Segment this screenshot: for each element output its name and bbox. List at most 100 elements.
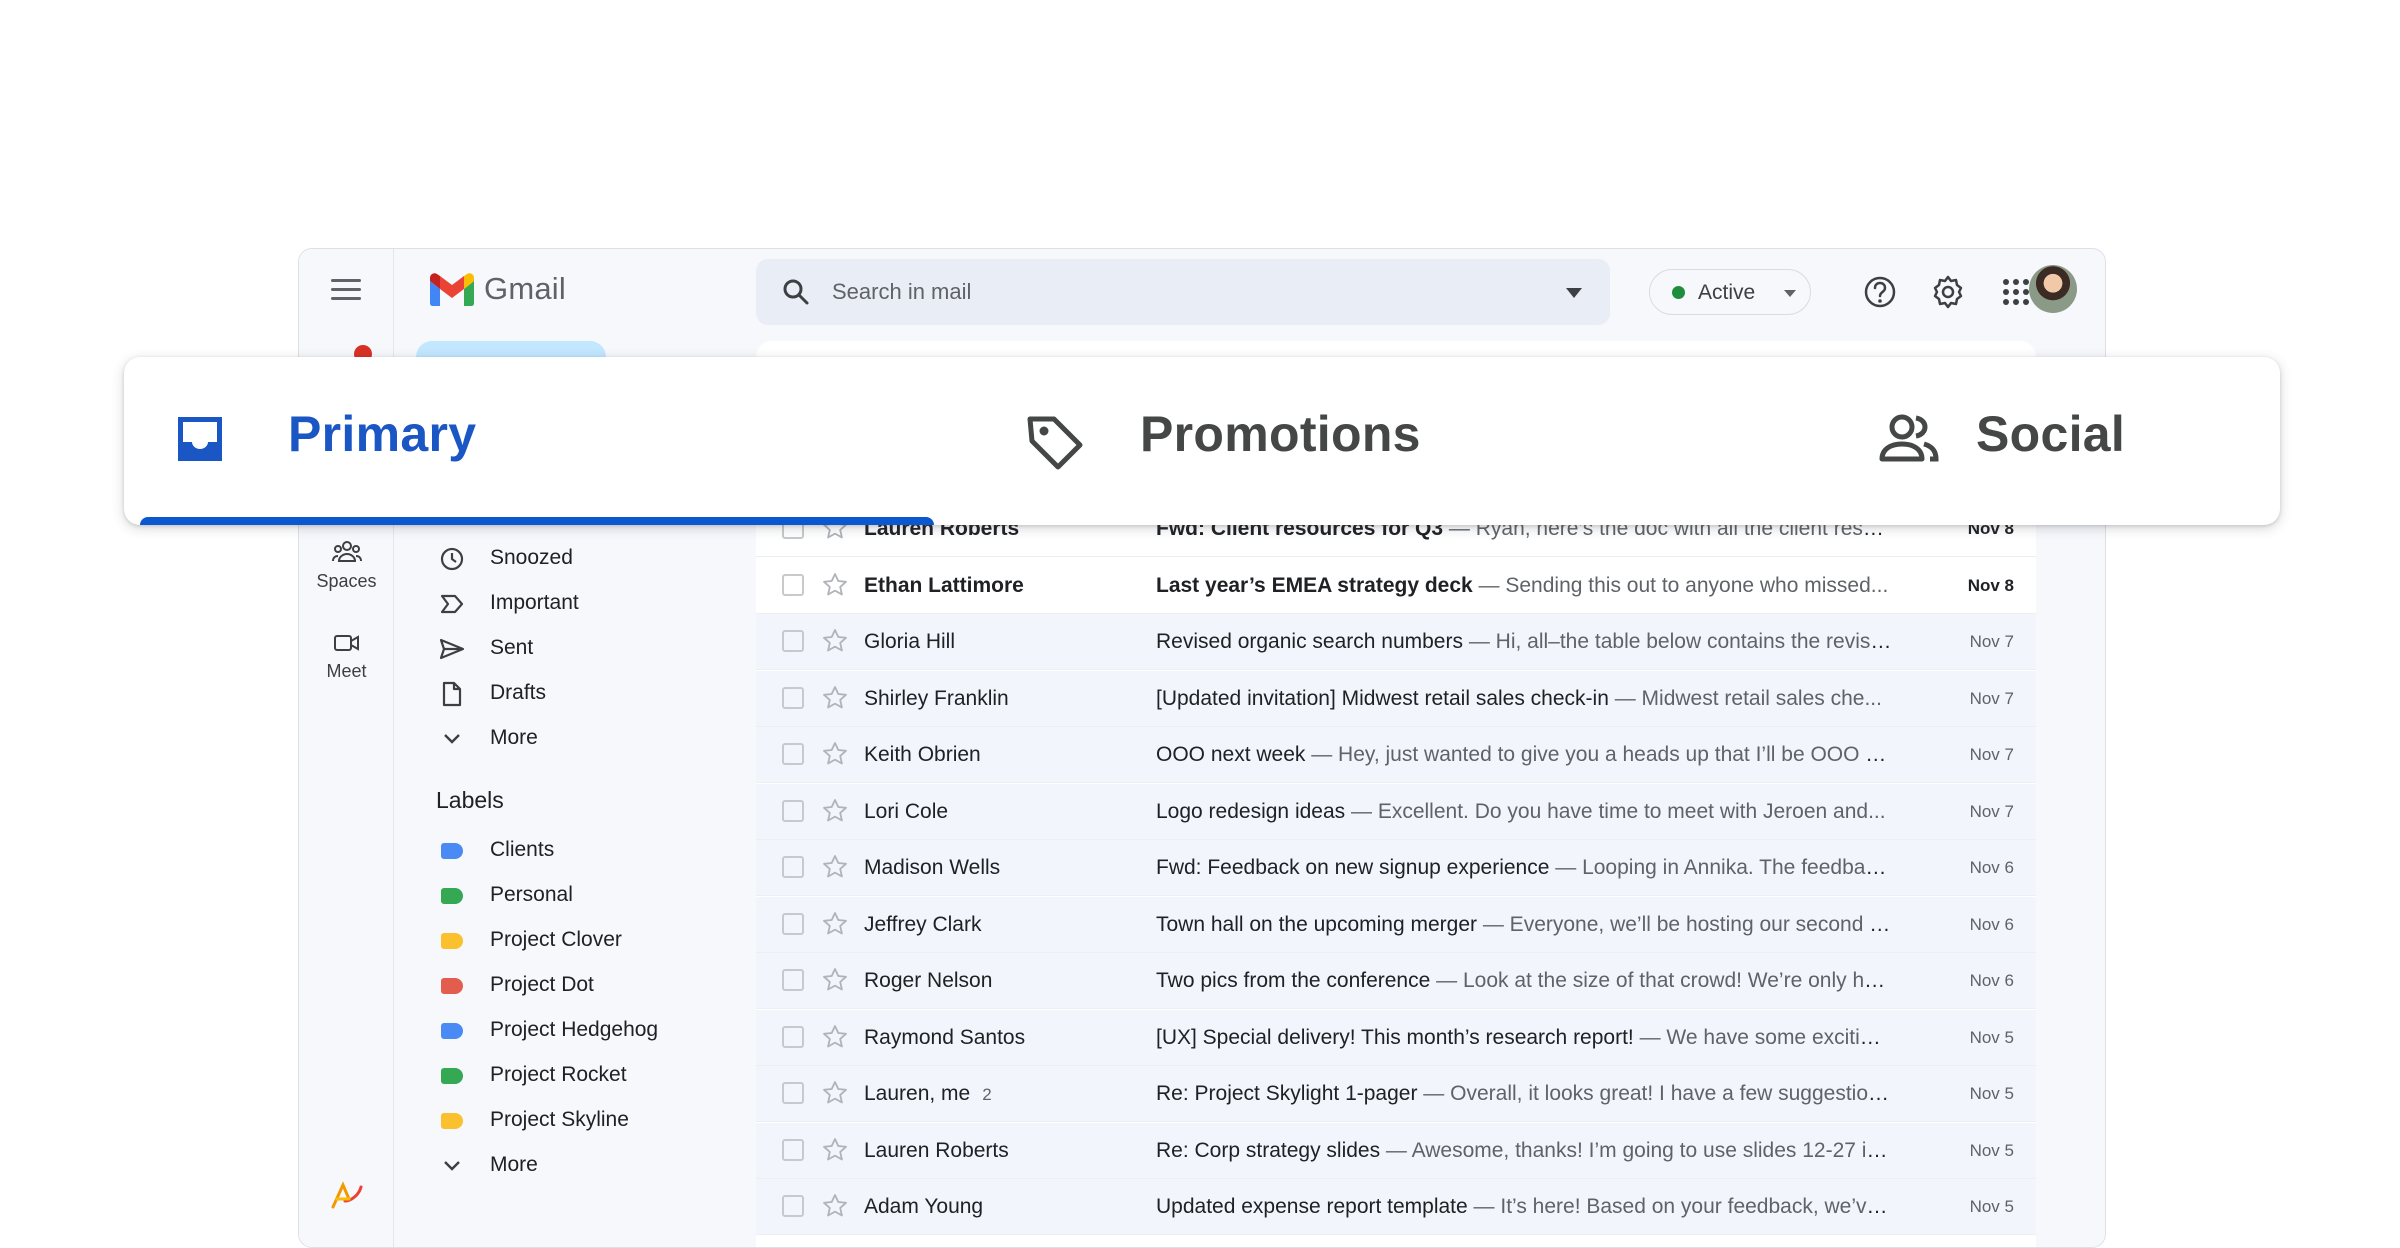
- star-icon[interactable]: [822, 1080, 848, 1106]
- email-subject: Last year’s EMEA strategy deck: [1156, 573, 1473, 597]
- star-icon[interactable]: [822, 798, 848, 824]
- email-row[interactable]: Jeffrey Clark Town hall on the upcoming m…: [756, 896, 2036, 953]
- nav-item-more[interactable]: More: [438, 719, 538, 759]
- select-checkbox[interactable]: [782, 1082, 804, 1104]
- search-icon[interactable]: [782, 278, 810, 306]
- email-sender: Jeffrey Clark: [864, 913, 981, 937]
- email-subject-line: Logo redesign ideas — Excellent. Do you …: [1156, 800, 1892, 824]
- nav-item-drafts[interactable]: Drafts: [438, 674, 546, 714]
- status-label: Active: [1698, 281, 1756, 304]
- gmail-logo[interactable]: Gmail: [430, 271, 566, 307]
- help-icon[interactable]: [1861, 273, 1899, 311]
- chevron-down-icon: [438, 725, 466, 753]
- label-item-project-skyline[interactable]: Project Skyline: [438, 1101, 629, 1141]
- email-row[interactable]: Madison Wells Fwd: Feedback on new signup…: [756, 840, 2036, 896]
- label-tag-icon: [438, 1062, 466, 1090]
- email-list: Lauren Roberts Fwd: Client resources for …: [756, 501, 2036, 1247]
- email-subject-line: Two pics from the conference — Look at t…: [1156, 969, 1892, 993]
- rail-item-meet[interactable]: Meet: [299, 631, 394, 682]
- select-checkbox[interactable]: [782, 1025, 804, 1048]
- email-row[interactable]: Keith Obrien OOO next week — Hey, just wa…: [756, 727, 2036, 783]
- search-options-icon[interactable]: [1566, 288, 1582, 298]
- nav-item-sent[interactable]: Sent: [438, 629, 533, 669]
- email-date: Nov 6: [1969, 914, 2014, 934]
- labels-more[interactable]: More: [438, 1146, 538, 1186]
- account-avatar[interactable]: [2029, 265, 2077, 313]
- select-checkbox[interactable]: [782, 573, 804, 596]
- nav-label: Sent: [490, 636, 534, 659]
- select-checkbox[interactable]: [782, 630, 804, 652]
- sender-name: Keith Obrien: [864, 743, 981, 766]
- email-date: Nov 6: [1969, 858, 2014, 877]
- star-icon[interactable]: [822, 1193, 848, 1219]
- label-color: [441, 888, 463, 904]
- label-item-project-clover[interactable]: Project Clover: [438, 921, 622, 961]
- tab-promotions[interactable]: Promotions: [964, 357, 1824, 525]
- star-icon[interactable]: [822, 628, 848, 654]
- search-bar[interactable]: [756, 259, 1610, 325]
- email-subject: Logo redesign ideas: [1156, 799, 1346, 823]
- rail-item-spaces[interactable]: Spaces: [299, 539, 394, 592]
- settings-gear-icon[interactable]: [1929, 273, 1967, 311]
- label-item-project-rocket[interactable]: Project Rocket: [438, 1056, 627, 1096]
- email-snippet: — Midwest retail sales che...: [1608, 686, 1882, 710]
- sender-name: Raymond Santos: [864, 1025, 1026, 1049]
- email-row[interactable]: Roger Nelson Two pics from the conference…: [756, 953, 2036, 1009]
- tab-social[interactable]: Social: [1824, 357, 2280, 525]
- email-snippet: — Hi, all–the table below contains the r…: [1462, 630, 1892, 653]
- tab-label-primary: Primary: [288, 406, 477, 462]
- select-checkbox[interactable]: [782, 743, 804, 765]
- email-subject-line: [UX] Special delivery! This month’s rese…: [1156, 1026, 1892, 1050]
- main-menu-icon[interactable]: [331, 279, 361, 303]
- email-sender: Raymond Santos: [864, 1026, 1025, 1050]
- star-icon[interactable]: [822, 911, 848, 937]
- email-row[interactable]: Adam Young Updated expense report templat…: [756, 1179, 2036, 1235]
- star-icon[interactable]: [822, 854, 848, 880]
- email-sender: Keith Obrien: [864, 743, 981, 767]
- gmail-m-icon: [430, 272, 474, 306]
- email-row[interactable]: Ethan Lattimore Last year’s EMEA strategy…: [756, 558, 2036, 614]
- nav-item-important[interactable]: Important: [438, 584, 579, 624]
- label-item-project-hedgehog[interactable]: Project Hedgehog: [438, 1011, 658, 1051]
- star-icon[interactable]: [822, 741, 848, 767]
- select-checkbox[interactable]: [782, 912, 804, 935]
- chevron-down-icon: [438, 1152, 466, 1180]
- sender-name: Adam Young: [864, 1195, 984, 1218]
- select-checkbox[interactable]: [782, 799, 804, 822]
- email-sender: Lori Cole: [864, 800, 948, 824]
- email-snippet: — It’s here! Based on your feedback, we’…: [1467, 1195, 1892, 1218]
- email-row[interactable]: Lauren, me 2 Re: Project Skylight 1-pager …: [756, 1066, 2036, 1122]
- select-checkbox[interactable]: [782, 1195, 804, 1217]
- search-input[interactable]: [832, 273, 1532, 311]
- label-item-clients[interactable]: Clients: [438, 831, 554, 871]
- star-icon[interactable]: [822, 572, 848, 598]
- star-icon[interactable]: [822, 1024, 848, 1050]
- label-item-personal[interactable]: Personal: [438, 876, 573, 916]
- email-row[interactable]: Gloria Hill Revised organic search number…: [756, 614, 2036, 670]
- email-row[interactable]: Raymond Santos [UX] Special delivery! Thi…: [756, 1009, 2036, 1066]
- email-row[interactable]: Shirley Franklin [Updated invitation] Mid…: [756, 670, 2036, 727]
- tab-label-social: Social: [1976, 406, 2126, 462]
- email-row[interactable]: Lauren Roberts Re: Corp strategy slides —…: [756, 1122, 2036, 1179]
- tab-primary[interactable]: Primary: [124, 357, 964, 525]
- labels-heading: Labels: [436, 787, 504, 813]
- nav-label: Important: [490, 591, 579, 614]
- star-icon[interactable]: [822, 967, 848, 993]
- select-checkbox[interactable]: [782, 1138, 804, 1161]
- important-icon: [438, 590, 466, 618]
- select-checkbox[interactable]: [782, 686, 804, 709]
- label-item-project-dot[interactable]: Project Dot: [438, 966, 594, 1006]
- nav-item-snoozed[interactable]: Snoozed: [438, 539, 573, 579]
- email-date: Nov 7: [1969, 801, 2014, 821]
- select-checkbox[interactable]: [782, 856, 804, 878]
- star-icon[interactable]: [822, 1137, 848, 1163]
- nav-label: Snoozed: [490, 546, 573, 569]
- email-row[interactable]: Lori Cole Logo redesign ideas — Excellent…: [756, 783, 2036, 840]
- spaces-icon: [331, 541, 362, 562]
- email-subject-line: OOO next week — Hey, just wanted to give…: [1156, 743, 1892, 767]
- select-checkbox[interactable]: [782, 969, 804, 991]
- status-dropdown[interactable]: Active: [1649, 269, 1811, 315]
- label-color: [441, 1113, 463, 1129]
- email-subject: Fwd: Feedback on new signup experience: [1156, 856, 1550, 879]
- star-icon[interactable]: [822, 685, 848, 711]
